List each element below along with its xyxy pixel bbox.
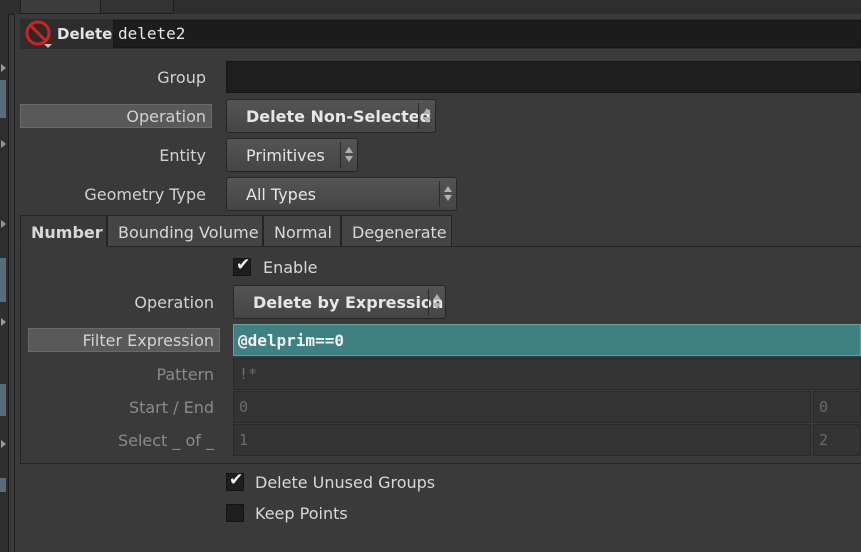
node-name-field[interactable]: delete2: [113, 20, 861, 48]
select-field[interactable]: 1: [233, 424, 811, 456]
expand-arrow-icon[interactable]: [1, 220, 6, 228]
delete-unused-groups-checkbox[interactable]: ✔: [226, 470, 244, 491]
expand-arrow-icon[interactable]: [1, 440, 6, 448]
checkmark-icon: ✔: [229, 470, 244, 490]
no-entry-icon[interactable]: [24, 20, 52, 48]
checkmark-icon: ✔: [236, 255, 251, 275]
gutter-marker: [0, 384, 6, 416]
expand-arrow-icon[interactable]: [1, 140, 6, 148]
start-field[interactable]: 0: [233, 391, 811, 423]
node-type-label: Delete: [57, 25, 113, 43]
spinner-arrows-icon: [433, 294, 441, 310]
filter-expression-label: Filter Expression: [82, 331, 214, 350]
keep-points-label: Keep Points: [255, 504, 348, 523]
top-tab-left[interactable]: [20, 0, 102, 14]
spinner-arrows-icon: [345, 147, 353, 163]
top-tab-right[interactable]: [100, 0, 174, 14]
gutter-marker: [0, 80, 6, 118]
start-end-label: Start / End: [128, 398, 214, 417]
enable-checkbox[interactable]: ✔: [233, 255, 251, 276]
geometry-type-label: Geometry Type: [84, 185, 206, 204]
geometry-type-menu-value: All Types: [246, 185, 317, 204]
enable-label: Enable: [263, 258, 318, 277]
pattern-field[interactable]: !*: [233, 358, 861, 390]
operation-label: Operation: [126, 107, 206, 126]
group-label: Group: [157, 68, 206, 87]
number-operation-menu[interactable]: Delete by Expression: [233, 285, 446, 319]
tab-number[interactable]: Number: [20, 215, 107, 247]
tab-bounding-volume[interactable]: Bounding Volume: [107, 215, 263, 247]
delete-unused-groups-label: Delete Unused Groups: [255, 473, 436, 492]
number-operation-menu-value: Delete by Expression: [253, 293, 444, 312]
geometry-type-menu[interactable]: All Types: [226, 177, 457, 211]
tab-normal[interactable]: Normal: [263, 215, 341, 247]
gutter-marker: [0, 478, 6, 492]
gutter-marker: [0, 258, 6, 302]
of-field[interactable]: 2: [813, 424, 861, 456]
number-operation-label: Operation: [134, 293, 214, 312]
end-field[interactable]: 0: [813, 391, 861, 423]
tab-degenerate[interactable]: Degenerate: [341, 215, 452, 247]
expand-arrow-icon[interactable]: [1, 64, 6, 72]
pattern-label: Pattern: [156, 365, 214, 384]
spinner-arrows-icon: [423, 108, 431, 124]
operation-menu[interactable]: Delete Non-Selected: [226, 99, 436, 133]
expand-arrow-icon[interactable]: [1, 318, 6, 326]
entity-menu-value: Primitives: [246, 146, 325, 165]
filter-expression-field[interactable]: @delprim==0: [233, 324, 861, 356]
spinner-arrows-icon: [444, 186, 452, 202]
operation-menu-value: Delete Non-Selected: [246, 107, 432, 126]
keep-points-checkbox[interactable]: [226, 504, 244, 522]
group-field[interactable]: [226, 61, 861, 93]
select-of-label: Select _ of _: [117, 431, 214, 450]
entity-menu[interactable]: Primitives: [226, 138, 358, 172]
entity-label: Entity: [159, 146, 206, 165]
